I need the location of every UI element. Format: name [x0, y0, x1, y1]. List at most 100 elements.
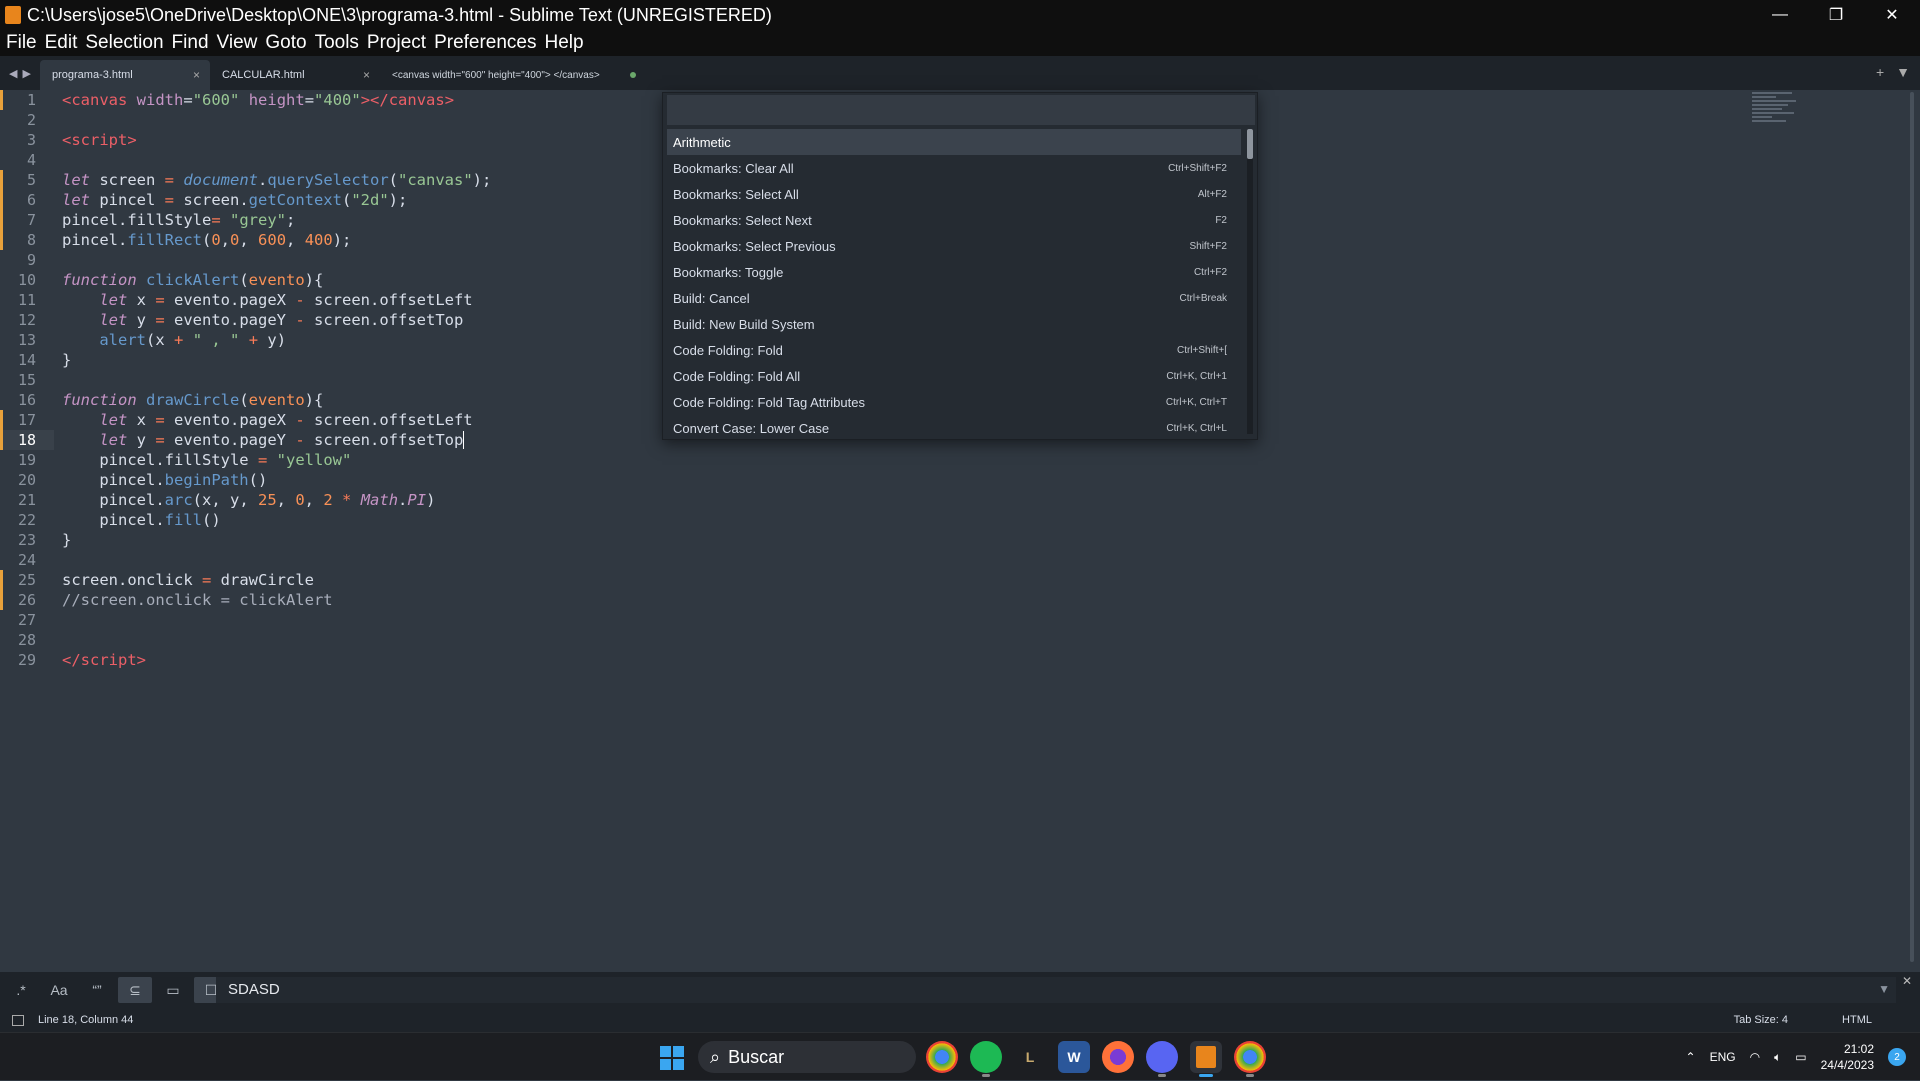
line-number: 26 — [0, 590, 54, 610]
tab-label: CALCULAR.html — [222, 69, 305, 81]
menu-find[interactable]: Find — [172, 32, 209, 54]
palette-item-shortcut: Ctrl+Shift+F2 — [1168, 163, 1227, 174]
window-title: C:\Users\jose5\OneDrive\Desktop\ONE\3\pr… — [27, 5, 772, 26]
palette-item-label: Bookmarks: Toggle — [673, 265, 783, 280]
chrome-icon[interactable] — [926, 1041, 958, 1073]
panel-toggle-icon[interactable] — [12, 1015, 24, 1026]
restore-icon[interactable]: ❐ — [1808, 0, 1864, 30]
menu-preferences[interactable]: Preferences — [434, 32, 536, 54]
cursor-position: Line 18, Column 44 — [38, 1014, 133, 1026]
spotify-icon[interactable] — [970, 1041, 1002, 1073]
code-line: pincel.beginPath() — [62, 470, 1262, 490]
tray-chevron-icon[interactable]: ⌃ — [1686, 1050, 1696, 1064]
language-indicator[interactable]: ENG — [1710, 1050, 1736, 1064]
menu-view[interactable]: View — [217, 32, 258, 54]
word-icon[interactable]: W — [1058, 1041, 1090, 1073]
in-selection-button[interactable]: ▭ — [156, 977, 190, 1003]
chrome-profile-icon[interactable] — [1234, 1041, 1266, 1073]
line-number: 10 — [0, 270, 54, 290]
lol-icon[interactable]: L — [1014, 1041, 1046, 1073]
menu-file[interactable]: File — [6, 32, 37, 54]
tab-close-icon[interactable]: × — [363, 68, 370, 82]
tab-prev-icon[interactable]: ◀ — [9, 67, 17, 80]
vertical-scrollbar[interactable] — [1910, 92, 1914, 962]
firefox-icon[interactable] — [1102, 1041, 1134, 1073]
menu-bar: File Edit Selection Find View Goto Tools… — [0, 30, 1920, 56]
line-number: 11 — [0, 290, 54, 310]
menu-help[interactable]: Help — [545, 32, 584, 54]
tab-label: <canvas width="600" height="400"> </canv… — [392, 70, 600, 81]
palette-item[interactable]: Bookmarks: Select PreviousShift+F2 — [667, 233, 1241, 259]
notification-badge[interactable]: 2 — [1888, 1048, 1906, 1066]
window-controls: — ❐ ✕ — [1752, 0, 1920, 30]
line-number: 27 — [0, 610, 54, 630]
tab-close-icon[interactable]: × — [193, 68, 200, 82]
find-input[interactable]: SDASD — [216, 977, 1896, 1003]
line-number: 2 — [0, 110, 54, 130]
tab-preview[interactable]: <canvas width="600" height="400"> </canv… — [380, 60, 650, 90]
battery-icon[interactable]: ▭ — [1795, 1050, 1806, 1064]
line-number: 19 — [0, 450, 54, 470]
line-number: 17 — [0, 410, 54, 430]
minimap[interactable] — [1752, 90, 1800, 150]
taskbar-search[interactable]: ⌕ Buscar — [698, 1041, 916, 1073]
line-number: 29 — [0, 650, 54, 670]
palette-item-shortcut: F2 — [1215, 215, 1227, 226]
palette-item[interactable]: Bookmarks: Select NextF2 — [667, 207, 1241, 233]
regex-toggle-button[interactable]: .* — [4, 977, 38, 1003]
tab-next-icon[interactable]: ▶ — [23, 67, 31, 80]
line-number: 16 — [0, 390, 54, 410]
syntax-selector[interactable]: HTML — [1842, 1014, 1872, 1026]
tab-size[interactable]: Tab Size: 4 — [1734, 1014, 1788, 1026]
taskbar-apps: L W — [926, 1041, 1266, 1073]
volume-icon[interactable]: 🔈︎ — [1774, 1050, 1781, 1065]
find-history-icon[interactable]: ▼ — [1878, 982, 1890, 996]
palette-item[interactable]: Convert Case: Lower CaseCtrl+K, Ctrl+L — [667, 415, 1241, 441]
palette-item-label: Bookmarks: Select Previous — [673, 239, 836, 254]
windows-start-icon[interactable] — [660, 1046, 684, 1070]
clock[interactable]: 21:02 24/4/2023 — [1821, 1041, 1874, 1073]
close-icon[interactable]: ✕ — [1864, 0, 1920, 30]
menu-tools[interactable]: Tools — [315, 32, 359, 54]
menu-project[interactable]: Project — [367, 32, 426, 54]
palette-scroll-thumb[interactable] — [1247, 129, 1253, 159]
palette-item[interactable]: Bookmarks: Clear All Ctrl+Shift+F2 — [667, 155, 1241, 181]
palette-scrollbar[interactable] — [1247, 129, 1253, 434]
minimize-icon[interactable]: — — [1752, 0, 1808, 30]
line-number: 24 — [0, 550, 54, 570]
palette-item-shortcut: Alt+F2 — [1198, 189, 1227, 200]
sublime-icon — [5, 6, 21, 24]
case-sensitive-button[interactable]: Aa — [42, 977, 76, 1003]
find-close-icon[interactable]: ✕ — [1902, 974, 1912, 988]
whole-word-button[interactable]: “” — [80, 977, 114, 1003]
tab-list-icon[interactable]: ▼ — [1896, 64, 1910, 80]
tab-bar: ◀ ▶ programa-3.html × CALCULAR.html × <c… — [0, 56, 1920, 90]
palette-item[interactable]: Build: New Build System — [667, 311, 1241, 337]
new-tab-icon[interactable]: + — [1876, 64, 1884, 80]
palette-item[interactable]: Code Folding: FoldCtrl+Shift+[ — [667, 337, 1241, 363]
tab-nav: ◀ ▶ — [0, 56, 40, 90]
code-line — [62, 610, 1262, 630]
tab-programa-3[interactable]: programa-3.html × — [40, 60, 210, 90]
tab-calcular[interactable]: CALCULAR.html × — [210, 60, 380, 90]
menu-selection[interactable]: Selection — [85, 32, 163, 54]
code-line — [62, 550, 1262, 570]
palette-item[interactable]: Bookmarks: Select AllAlt+F2 — [667, 181, 1241, 207]
menu-edit[interactable]: Edit — [45, 32, 78, 54]
palette-item-label: Bookmarks: Clear All — [673, 161, 794, 176]
palette-item[interactable]: Code Folding: Fold Tag AttributesCtrl+K,… — [667, 389, 1241, 415]
wrap-button[interactable]: ⊆ — [118, 977, 152, 1003]
palette-item[interactable]: Code Folding: Fold AllCtrl+K, Ctrl+1 — [667, 363, 1241, 389]
palette-item[interactable]: Build: CancelCtrl+Break — [667, 285, 1241, 311]
search-icon: ⌕ — [710, 1047, 720, 1068]
palette-item-label: Arithmetic — [673, 135, 731, 150]
line-gutter: 1234567891011121314151617181920212223242… — [0, 90, 54, 670]
discord-icon[interactable] — [1146, 1041, 1178, 1073]
menu-goto[interactable]: Goto — [265, 32, 306, 54]
palette-search-input[interactable] — [667, 95, 1255, 125]
palette-item[interactable]: Arithmetic — [667, 129, 1241, 155]
wifi-icon[interactable]: ◠ — [1750, 1050, 1760, 1064]
sublime-taskbar-icon[interactable] — [1190, 1041, 1222, 1073]
palette-item[interactable]: Bookmarks: ToggleCtrl+F2 — [667, 259, 1241, 285]
tab-label: programa-3.html — [52, 69, 133, 81]
